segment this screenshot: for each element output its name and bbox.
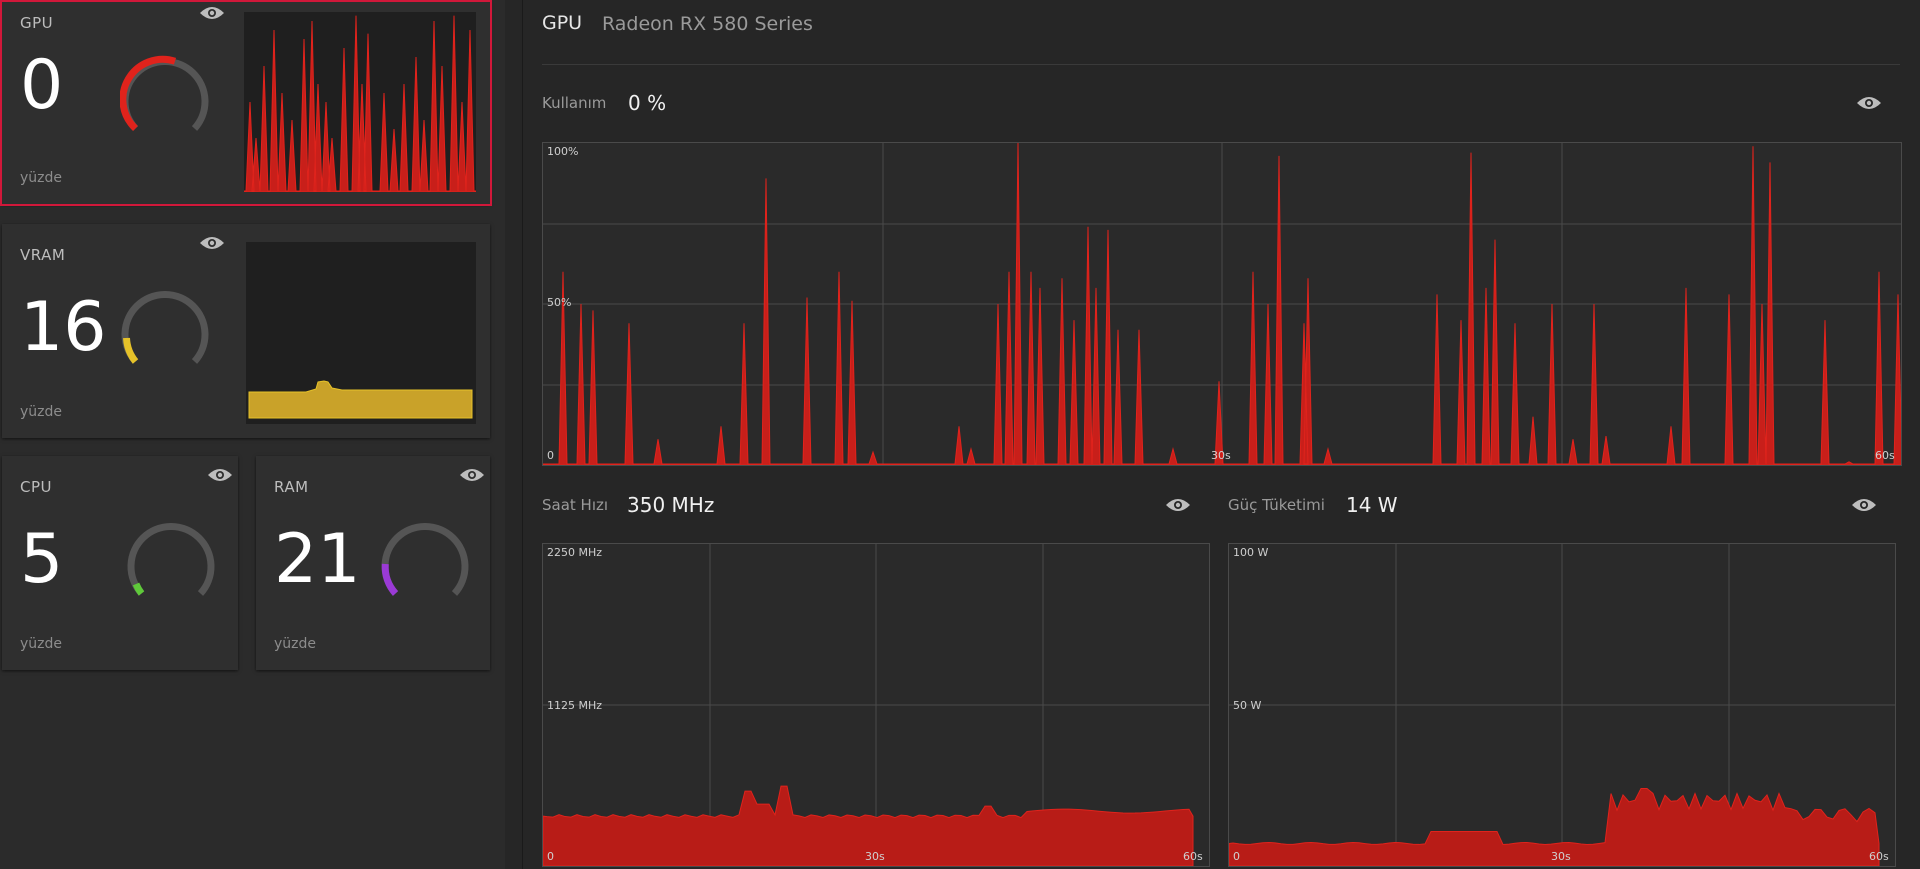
power-value: 14 W: [1346, 493, 1398, 517]
ram-usage-value: 21: [274, 520, 361, 599]
eye-icon[interactable]: [1851, 497, 1877, 513]
vram-card[interactable]: VRAM 16 yüzde: [2, 224, 490, 438]
usage-y-mid: 50%: [547, 296, 572, 309]
usage-y-top: 100%: [547, 145, 579, 158]
usage-x-mid: 30s: [1211, 449, 1231, 462]
eye-icon[interactable]: [1165, 497, 1191, 513]
ram-card[interactable]: RAM 21 yüzde: [256, 456, 490, 670]
gpu-card[interactable]: GPU 0 yüzde: [0, 0, 492, 206]
ram-unit: yüzde: [274, 636, 317, 652]
clock-chart: 2250 MHz 1125 MHz 0 30s 60s: [542, 543, 1210, 867]
gpu-gauge: [120, 55, 209, 132]
power-chart: 100 W 50 W 0 30s 60s: [1228, 543, 1896, 867]
clock-x-end: 60s: [1183, 850, 1203, 863]
cpu-gauge: [127, 522, 215, 596]
cpu-card-title: CPU: [20, 478, 52, 496]
eye-icon[interactable]: [207, 467, 233, 483]
page-title: GPU: [542, 12, 583, 34]
gpu-unit: yüzde: [20, 170, 63, 186]
gpu-mini-chart: [243, 12, 477, 193]
gpu-usage-value: 0: [20, 46, 64, 125]
usage-chart: 100% 50% 0 30s 60s: [542, 142, 1902, 466]
header-divider: [542, 64, 1900, 65]
power-y-top: 100 W: [1233, 546, 1269, 559]
power-x-end: 60s: [1869, 850, 1889, 863]
vram-gauge: [121, 290, 209, 364]
clock-y-mid: 1125 MHz: [547, 699, 603, 712]
usage-x-start: 0: [547, 449, 554, 462]
power-y-mid: 50 W: [1233, 699, 1262, 712]
gpu-card-title: GPU: [20, 14, 54, 32]
cpu-card[interactable]: CPU 5 yüzde: [2, 456, 238, 670]
eye-icon[interactable]: [459, 467, 485, 483]
vram-mini-chart: [246, 242, 476, 424]
clock-label: Saat Hızı: [542, 496, 609, 514]
usage-x-end: 60s: [1875, 449, 1895, 462]
eye-icon[interactable]: [1856, 95, 1882, 111]
clock-y-top: 2250 MHz: [547, 546, 603, 559]
vram-card-title: VRAM: [20, 246, 66, 264]
ram-gauge: [381, 522, 469, 596]
gpu-model-name: Radeon RX 580 Series: [602, 13, 813, 35]
power-label: Güç Tüketimi: [1228, 496, 1325, 514]
usage-value: 0 %: [628, 91, 667, 115]
eye-icon[interactable]: [199, 235, 225, 251]
ram-card-title: RAM: [274, 478, 309, 496]
cpu-usage-value: 5: [20, 520, 64, 599]
clock-x-start: 0: [547, 850, 554, 863]
panel-divider: [522, 0, 523, 869]
power-x-mid: 30s: [1551, 850, 1571, 863]
vram-usage-value: 16: [20, 288, 107, 367]
eye-icon[interactable]: [199, 5, 225, 21]
usage-label: Kullanım: [542, 94, 607, 112]
clock-x-mid: 30s: [865, 850, 885, 863]
power-x-start: 0: [1233, 850, 1240, 863]
vram-unit: yüzde: [20, 404, 63, 420]
clock-value: 350 MHz: [627, 493, 715, 517]
cpu-unit: yüzde: [20, 636, 63, 652]
